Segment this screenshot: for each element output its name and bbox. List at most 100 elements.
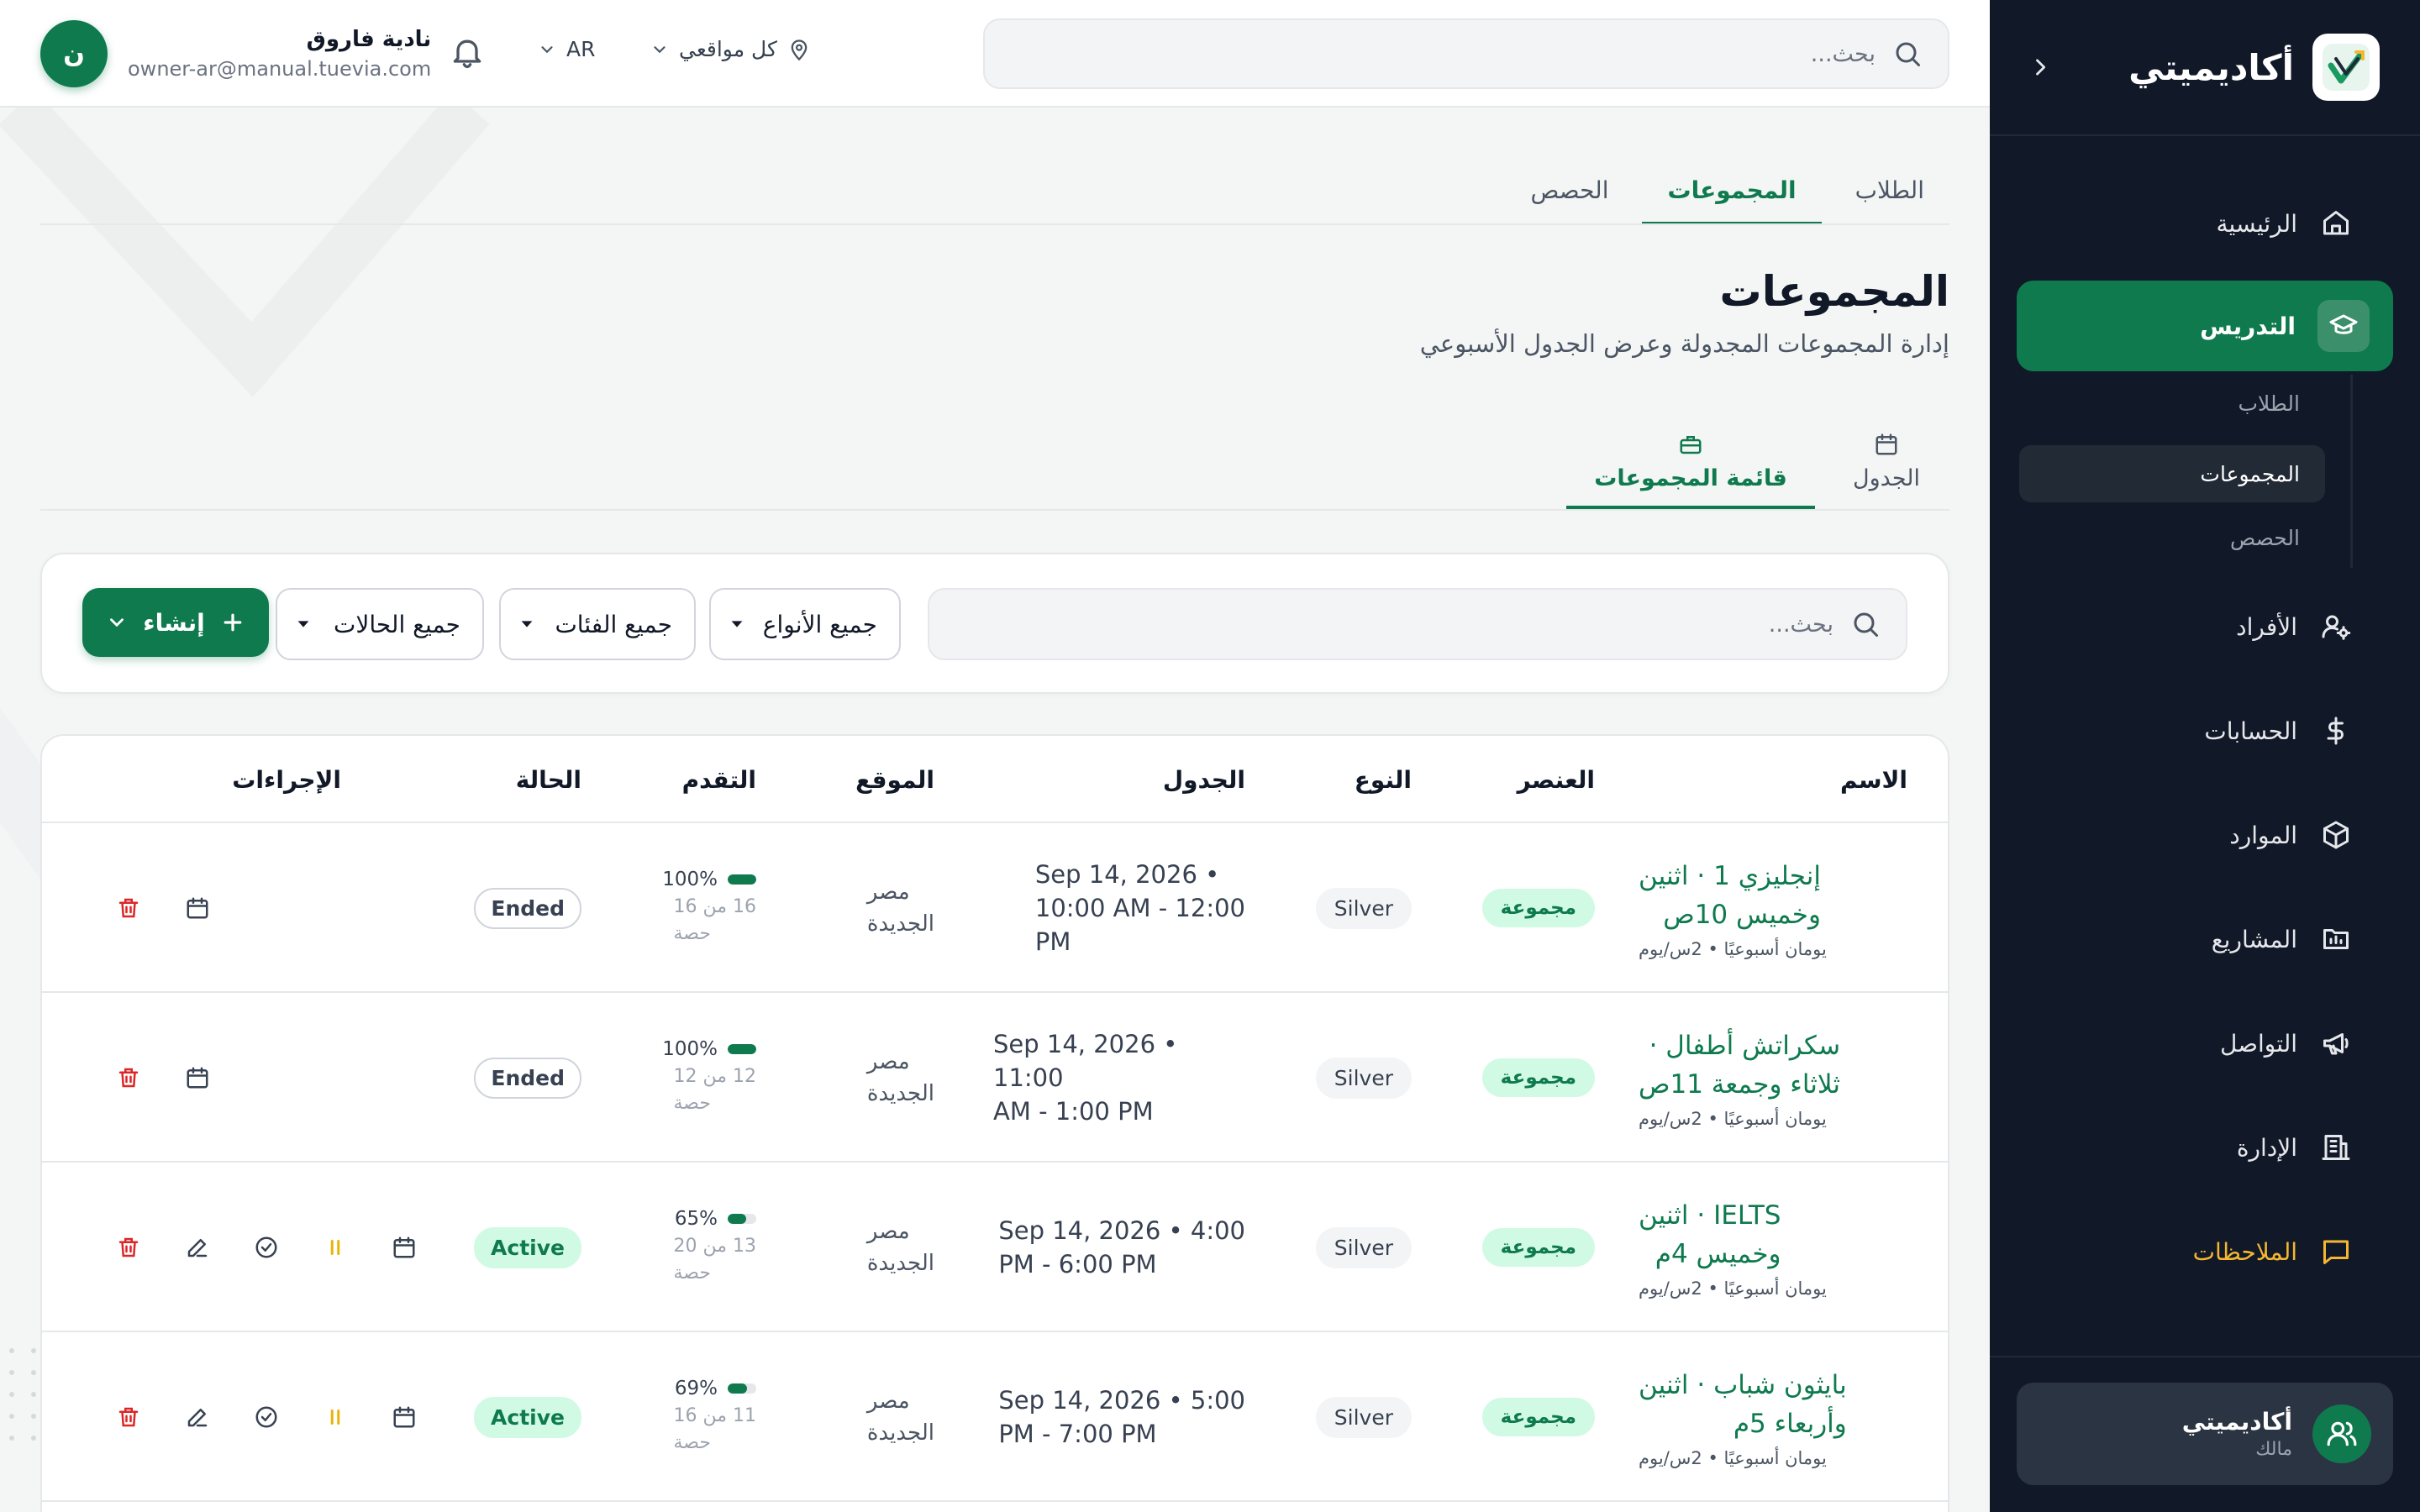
group-name-link[interactable]: بايثون شباب · اثنين وأربعاء 5م [1639, 1366, 1847, 1443]
column-header-type: النوع [1354, 765, 1412, 794]
pause-button[interactable] [321, 1403, 350, 1431]
groups-table: الاسم العنصر النوع الجدول الموقع التقدم … [40, 734, 1949, 1512]
schedule-button[interactable] [390, 1403, 418, 1431]
category-filter-value: جميع الفئات [555, 610, 672, 638]
schedule-button[interactable] [390, 1233, 418, 1262]
column-header-location: الموقع [855, 765, 934, 794]
language-selector[interactable]: AR [538, 37, 595, 61]
sidebar-item-label: التواصل [2220, 1029, 2297, 1058]
delete-button[interactable] [114, 1063, 143, 1092]
collapse-sidebar-button[interactable] [2022, 49, 2059, 86]
sidebar-item-communication[interactable]: التواصل [2017, 998, 2393, 1089]
groups-search-input[interactable]: بحث... [928, 588, 1907, 660]
user-email: owner-ar@manual.tuevia.com [128, 57, 432, 81]
user-menu[interactable]: ن نادية فاروق owner-ar@manual.tuevia.com [40, 20, 431, 87]
sidebar-item-teaching[interactable]: التدريس [2017, 281, 2393, 371]
column-header-element: العنصر [1517, 765, 1595, 794]
table-row[interactable]: سكراتش أطفال · ثلاثاء وجمعة 11ص يومان أسب… [42, 993, 1948, 1163]
group-frequency: يومان أسبوعيًا • 2س/يوم [1639, 939, 1827, 959]
status-filter-select[interactable]: جميع الحالات [276, 588, 484, 660]
edit-button[interactable] [183, 1233, 212, 1262]
main-content: الطلاب المجموعات الحصص المجموعات إدارة ا… [0, 108, 1990, 1512]
chevron-right-icon [2036, 59, 2046, 76]
progress-fill [728, 874, 756, 885]
chevron-down-icon [654, 45, 666, 53]
sidebar-item-label: الأفراد [2236, 612, 2297, 641]
sidebar-divider [1990, 134, 2420, 136]
location-selector[interactable]: كل مواقعي [650, 37, 811, 61]
edit-icon [187, 1239, 208, 1257]
progress-bar [728, 874, 756, 885]
subnav-item-students[interactable]: الطلاب [2019, 375, 2325, 432]
group-name-link[interactable]: إنجليزي 1 · اثنين وخميس 10ص [1639, 857, 1821, 934]
user-gear-icon [2319, 610, 2353, 643]
notifications-button[interactable] [449, 34, 486, 71]
schedule-button[interactable] [183, 894, 212, 922]
pause-button[interactable] [321, 1233, 350, 1262]
teaching-subnav: الطلاب المجموعات الحصص [2017, 375, 2353, 568]
page-title: المجموعات [1719, 267, 1949, 316]
sidebar-item-label: الملاحظات [2192, 1237, 2297, 1266]
row-actions [114, 993, 212, 1163]
element-badge: مجموعة [1481, 1228, 1595, 1267]
sidebar-item-people[interactable]: الأفراد [2017, 581, 2393, 672]
calendar-icon [1876, 433, 1897, 454]
type-badge: Silver [1315, 1226, 1412, 1268]
sidebar-item-label: التدريس [2200, 312, 2296, 340]
sidebar-item-notes[interactable]: الملاحظات [2017, 1206, 2393, 1297]
location-text: مصر الجديدة [866, 1049, 934, 1106]
chevron-down-icon [297, 621, 309, 627]
sidebar-item-projects[interactable]: المشاريع [2017, 894, 2393, 984]
subnav-item-groups[interactable]: المجموعات [2019, 445, 2325, 502]
groups-search-placeholder: بحث... [1768, 611, 1833, 638]
progress-count: 13 من 20 حصة [673, 1236, 756, 1284]
search-icon [1896, 42, 1920, 66]
complete-button[interactable] [252, 1233, 281, 1262]
table-row[interactable]: إنجليزي 1 · اثنين وخميس 10ص يومان أسبوعيً… [42, 823, 1948, 993]
message-square-icon [2319, 1235, 2353, 1268]
location-text: مصر الجديدة [866, 879, 934, 937]
pause-icon [330, 1410, 340, 1425]
category-filter-select[interactable]: جميع الفئات [499, 588, 696, 660]
type-badge: Silver [1315, 887, 1412, 929]
tab-groups-list[interactable]: قائمة المجموعات [1566, 417, 1815, 509]
delete-button[interactable] [114, 1403, 143, 1431]
type-filter-select[interactable]: جميع الأنواع [709, 588, 901, 660]
chevron-down-icon [110, 618, 124, 627]
table-row[interactable]: IELTS · اثنين وخميس 4م يومان أسبوعيًا • 2… [42, 1163, 1948, 1332]
progress-bar [728, 1044, 756, 1054]
table-row[interactable]: بايثون شباب · اثنين وأربعاء 5م يومان أسبو… [42, 1332, 1948, 1502]
delete-button[interactable] [114, 1233, 143, 1262]
schedule-button[interactable] [183, 1063, 212, 1092]
calendar-icon [393, 1406, 415, 1428]
edit-button[interactable] [183, 1403, 212, 1431]
calendar-icon [393, 1236, 415, 1258]
progress-bar [728, 1214, 756, 1224]
delete-button[interactable] [114, 894, 143, 922]
row-actions [114, 1332, 418, 1502]
group-name-link[interactable]: سكراتش أطفال · ثلاثاء وجمعة 11ص [1639, 1026, 1840, 1104]
brand-name: أكاديميتي [2128, 46, 2294, 88]
megaphone-icon [2319, 1026, 2353, 1060]
global-search-input[interactable]: بحث... [983, 18, 1949, 89]
create-button[interactable]: إنشاء [82, 588, 269, 657]
sidebar-item-label: المشاريع [2211, 925, 2297, 953]
tab-sessions[interactable]: الحصص [1506, 158, 1634, 225]
tab-schedule[interactable]: الجدول [1823, 417, 1949, 509]
complete-button[interactable] [252, 1403, 281, 1431]
account-switcher[interactable]: أكاديميتي مالك [2017, 1383, 2393, 1485]
tab-groups[interactable]: المجموعات [1642, 158, 1822, 225]
tab-students[interactable]: الطلاب [1830, 158, 1949, 225]
sidebar-item-home[interactable]: الرئيسية [2017, 178, 2393, 269]
sidebar-item-resources[interactable]: الموارد [2017, 790, 2393, 880]
sidebar-item-accounts[interactable]: الحسابات [2017, 685, 2393, 776]
group-name-link[interactable]: IELTS · اثنين وخميس 4م [1639, 1196, 1781, 1273]
brand[interactable]: أكاديميتي [2128, 32, 2380, 102]
subnav-item-sessions[interactable]: الحصص [2019, 509, 2325, 566]
brand-logo-icon [2312, 34, 2380, 101]
progress-indicator: 100% [662, 1038, 756, 1060]
check-circle-icon [255, 1406, 277, 1428]
type-filter-value: جميع الأنواع [762, 610, 877, 638]
briefcase-icon [1680, 435, 1702, 454]
sidebar-item-administration[interactable]: الإدارة [2017, 1102, 2393, 1193]
